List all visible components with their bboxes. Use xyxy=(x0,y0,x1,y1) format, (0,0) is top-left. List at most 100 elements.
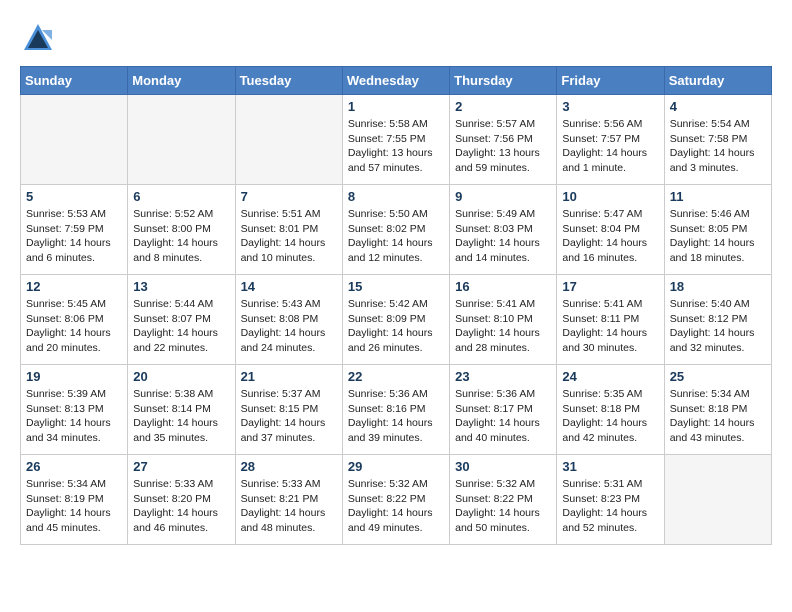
day-number: 12 xyxy=(26,279,122,294)
calendar-cell: 2 Sunrise: 5:57 AMSunset: 7:56 PMDaylight… xyxy=(450,95,557,185)
day-info: Sunrise: 5:36 AMSunset: 8:16 PMDaylight:… xyxy=(348,387,444,446)
day-info: Sunrise: 5:33 AMSunset: 8:20 PMDaylight:… xyxy=(133,477,229,536)
day-number: 5 xyxy=(26,189,122,204)
calendar-week-2: 5 Sunrise: 5:53 AMSunset: 7:59 PMDaylight… xyxy=(21,185,772,275)
day-number: 11 xyxy=(670,189,766,204)
calendar-cell: 13 Sunrise: 5:44 AMSunset: 8:07 PMDayligh… xyxy=(128,275,235,365)
day-number: 25 xyxy=(670,369,766,384)
day-info: Sunrise: 5:50 AMSunset: 8:02 PMDaylight:… xyxy=(348,207,444,266)
calendar-week-5: 26 Sunrise: 5:34 AMSunset: 8:19 PMDayligh… xyxy=(21,455,772,545)
day-number: 18 xyxy=(670,279,766,294)
day-info: Sunrise: 5:34 AMSunset: 8:19 PMDaylight:… xyxy=(26,477,122,536)
day-number: 19 xyxy=(26,369,122,384)
day-info: Sunrise: 5:39 AMSunset: 8:13 PMDaylight:… xyxy=(26,387,122,446)
calendar-cell: 30Sunrise: 5:32 AMSunset: 8:22 PMDayligh… xyxy=(450,455,557,545)
calendar-cell: 15 Sunrise: 5:42 AMSunset: 8:09 PMDayligh… xyxy=(342,275,449,365)
day-number: 21 xyxy=(241,369,337,384)
day-info: Sunrise: 5:36 AMSunset: 8:17 PMDaylight:… xyxy=(455,387,551,446)
calendar-cell: 11 Sunrise: 5:46 AMSunset: 8:05 PMDayligh… xyxy=(664,185,771,275)
calendar-cell xyxy=(664,455,771,545)
day-info: Sunrise: 5:42 AMSunset: 8:09 PMDaylight:… xyxy=(348,297,444,356)
calendar-week-3: 12 Sunrise: 5:45 AMSunset: 8:06 PMDayligh… xyxy=(21,275,772,365)
day-info: Sunrise: 5:41 AMSunset: 8:10 PMDaylight:… xyxy=(455,297,551,356)
day-number: 3 xyxy=(562,99,658,114)
calendar-cell: 5 Sunrise: 5:53 AMSunset: 7:59 PMDaylight… xyxy=(21,185,128,275)
day-number: 30 xyxy=(455,459,551,474)
calendar-cell: 29 Sunrise: 5:32 AMSunset: 8:22 PMDayligh… xyxy=(342,455,449,545)
calendar-cell: 4Sunrise: 5:54 AMSunset: 7:58 PMDaylight… xyxy=(664,95,771,185)
calendar-cell: 31 Sunrise: 5:31 AMSunset: 8:23 PMDayligh… xyxy=(557,455,664,545)
calendar-cell: 25 Sunrise: 5:34 AMSunset: 8:18 PMDayligh… xyxy=(664,365,771,455)
day-info: Sunrise: 5:45 AMSunset: 8:06 PMDaylight:… xyxy=(26,297,122,356)
weekday-tuesday: Tuesday xyxy=(235,67,342,95)
day-info: Sunrise: 5:54 AMSunset: 7:58 PMDaylight:… xyxy=(670,117,766,176)
day-number: 20 xyxy=(133,369,229,384)
page-header xyxy=(20,20,772,56)
calendar-cell xyxy=(128,95,235,185)
calendar-cell: 16Sunrise: 5:41 AMSunset: 8:10 PMDayligh… xyxy=(450,275,557,365)
weekday-thursday: Thursday xyxy=(450,67,557,95)
day-info: Sunrise: 5:40 AMSunset: 8:12 PMDaylight:… xyxy=(670,297,766,356)
day-number: 27 xyxy=(133,459,229,474)
day-info: Sunrise: 5:33 AMSunset: 8:21 PMDaylight:… xyxy=(241,477,337,536)
calendar-body: 1 Sunrise: 5:58 AMSunset: 7:55 PMDaylight… xyxy=(21,95,772,545)
day-number: 17 xyxy=(562,279,658,294)
calendar-cell xyxy=(21,95,128,185)
day-number: 1 xyxy=(348,99,444,114)
day-number: 15 xyxy=(348,279,444,294)
calendar-cell: 27 Sunrise: 5:33 AMSunset: 8:20 PMDayligh… xyxy=(128,455,235,545)
calendar-week-4: 19 Sunrise: 5:39 AMSunset: 8:13 PMDayligh… xyxy=(21,365,772,455)
calendar-cell: 8 Sunrise: 5:50 AMSunset: 8:02 PMDaylight… xyxy=(342,185,449,275)
calendar-cell: 7Sunrise: 5:51 AMSunset: 8:01 PMDaylight… xyxy=(235,185,342,275)
weekday-sunday: Sunday xyxy=(21,67,128,95)
logo-icon xyxy=(20,20,56,56)
calendar-cell: 1 Sunrise: 5:58 AMSunset: 7:55 PMDaylight… xyxy=(342,95,449,185)
weekday-wednesday: Wednesday xyxy=(342,67,449,95)
day-number: 13 xyxy=(133,279,229,294)
calendar-cell: 19 Sunrise: 5:39 AMSunset: 8:13 PMDayligh… xyxy=(21,365,128,455)
calendar-cell: 21Sunrise: 5:37 AMSunset: 8:15 PMDayligh… xyxy=(235,365,342,455)
calendar-cell xyxy=(235,95,342,185)
day-number: 8 xyxy=(348,189,444,204)
day-info: Sunrise: 5:47 AMSunset: 8:04 PMDaylight:… xyxy=(562,207,658,266)
calendar-cell: 20 Sunrise: 5:38 AMSunset: 8:14 PMDayligh… xyxy=(128,365,235,455)
weekday-saturday: Saturday xyxy=(664,67,771,95)
day-number: 2 xyxy=(455,99,551,114)
calendar-cell: 9Sunrise: 5:49 AMSunset: 8:03 PMDaylight… xyxy=(450,185,557,275)
day-number: 28 xyxy=(241,459,337,474)
day-number: 26 xyxy=(26,459,122,474)
weekday-header-row: SundayMondayTuesdayWednesdayThursdayFrid… xyxy=(21,67,772,95)
day-number: 14 xyxy=(241,279,337,294)
calendar-cell: 23Sunrise: 5:36 AMSunset: 8:17 PMDayligh… xyxy=(450,365,557,455)
day-info: Sunrise: 5:31 AMSunset: 8:23 PMDaylight:… xyxy=(562,477,658,536)
day-info: Sunrise: 5:44 AMSunset: 8:07 PMDaylight:… xyxy=(133,297,229,356)
day-info: Sunrise: 5:35 AMSunset: 8:18 PMDaylight:… xyxy=(562,387,658,446)
day-info: Sunrise: 5:51 AMSunset: 8:01 PMDaylight:… xyxy=(241,207,337,266)
calendar-cell: 28 Sunrise: 5:33 AMSunset: 8:21 PMDayligh… xyxy=(235,455,342,545)
day-info: Sunrise: 5:46 AMSunset: 8:05 PMDaylight:… xyxy=(670,207,766,266)
day-number: 29 xyxy=(348,459,444,474)
day-number: 10 xyxy=(562,189,658,204)
day-info: Sunrise: 5:41 AMSunset: 8:11 PMDaylight:… xyxy=(562,297,658,356)
day-info: Sunrise: 5:49 AMSunset: 8:03 PMDaylight:… xyxy=(455,207,551,266)
day-info: Sunrise: 5:32 AMSunset: 8:22 PMDaylight:… xyxy=(348,477,444,536)
calendar-cell: 24 Sunrise: 5:35 AMSunset: 8:18 PMDayligh… xyxy=(557,365,664,455)
day-number: 31 xyxy=(562,459,658,474)
calendar-header: SundayMondayTuesdayWednesdayThursdayFrid… xyxy=(21,67,772,95)
day-info: Sunrise: 5:53 AMSunset: 7:59 PMDaylight:… xyxy=(26,207,122,266)
day-info: Sunrise: 5:38 AMSunset: 8:14 PMDaylight:… xyxy=(133,387,229,446)
day-info: Sunrise: 5:34 AMSunset: 8:18 PMDaylight:… xyxy=(670,387,766,446)
day-info: Sunrise: 5:57 AMSunset: 7:56 PMDaylight:… xyxy=(455,117,551,176)
weekday-friday: Friday xyxy=(557,67,664,95)
calendar-week-1: 1 Sunrise: 5:58 AMSunset: 7:55 PMDaylight… xyxy=(21,95,772,185)
calendar-cell: 3Sunrise: 5:56 AMSunset: 7:57 PMDaylight… xyxy=(557,95,664,185)
calendar-table: SundayMondayTuesdayWednesdayThursdayFrid… xyxy=(20,66,772,545)
calendar-cell: 22Sunrise: 5:36 AMSunset: 8:16 PMDayligh… xyxy=(342,365,449,455)
day-info: Sunrise: 5:52 AMSunset: 8:00 PMDaylight:… xyxy=(133,207,229,266)
day-number: 24 xyxy=(562,369,658,384)
calendar-cell: 18 Sunrise: 5:40 AMSunset: 8:12 PMDayligh… xyxy=(664,275,771,365)
calendar-cell: 10 Sunrise: 5:47 AMSunset: 8:04 PMDayligh… xyxy=(557,185,664,275)
calendar-cell: 14 Sunrise: 5:43 AMSunset: 8:08 PMDayligh… xyxy=(235,275,342,365)
day-info: Sunrise: 5:58 AMSunset: 7:55 PMDaylight:… xyxy=(348,117,444,176)
day-info: Sunrise: 5:43 AMSunset: 8:08 PMDaylight:… xyxy=(241,297,337,356)
